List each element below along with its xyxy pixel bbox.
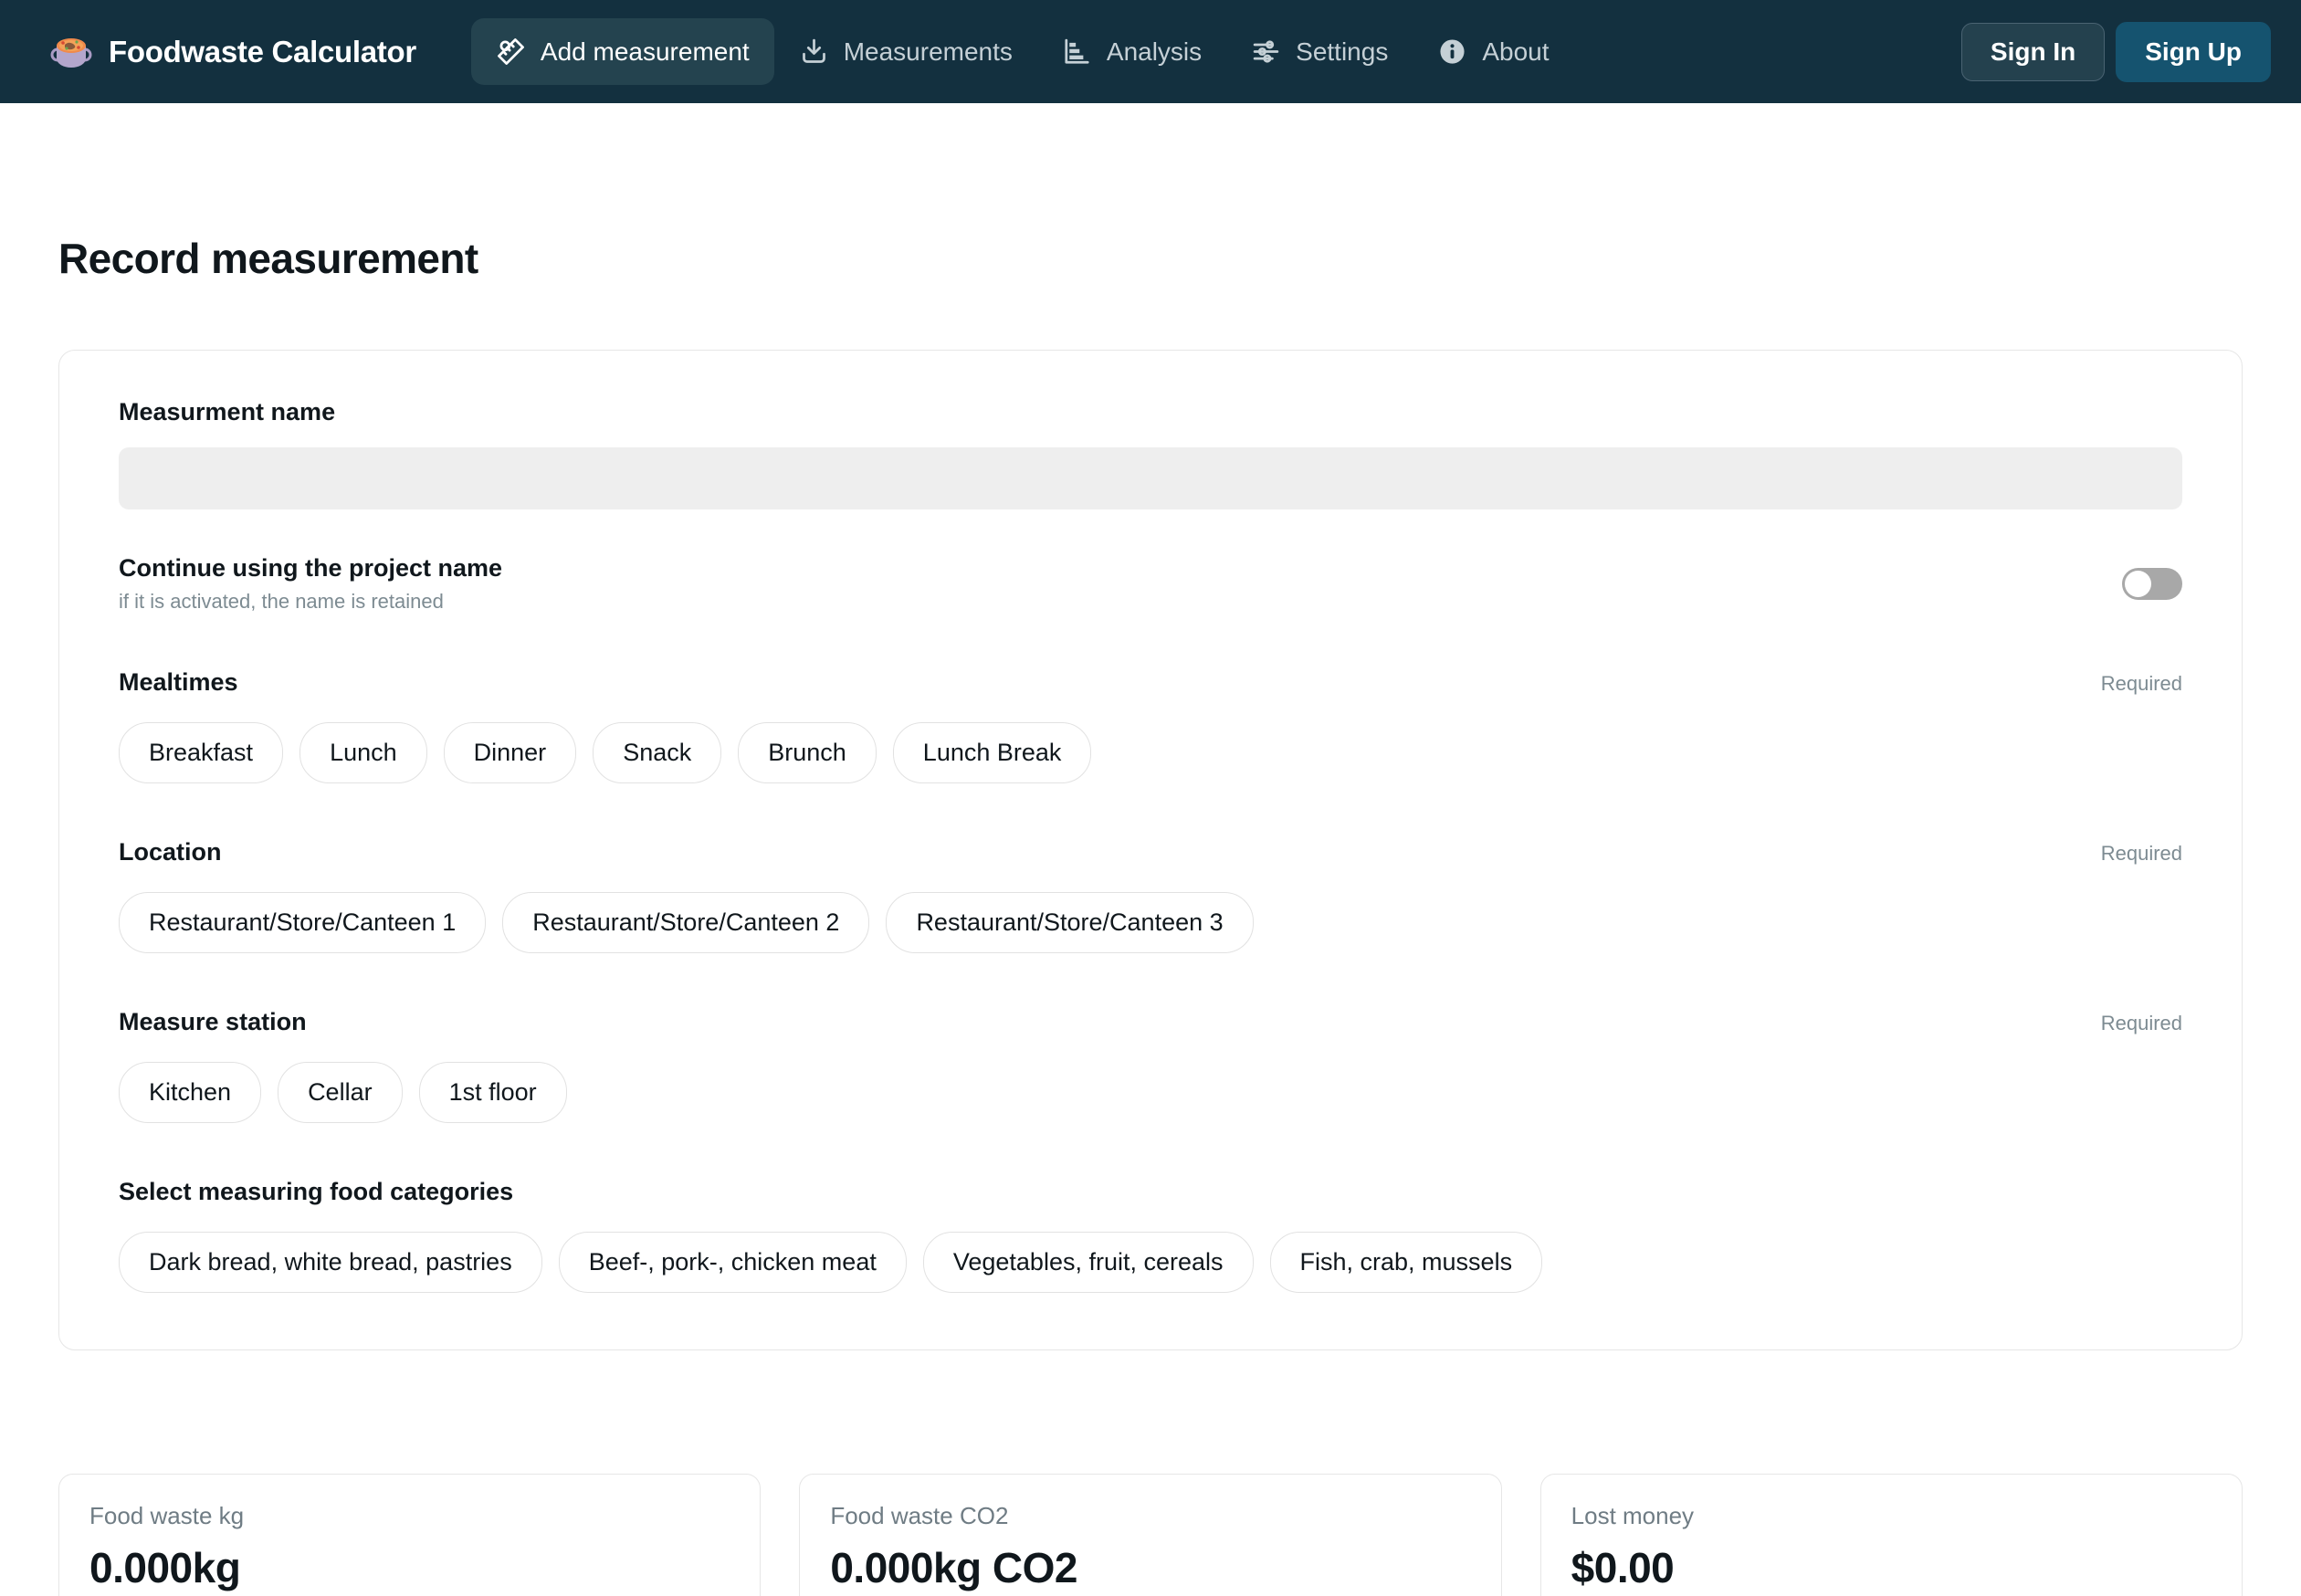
stat-value-food-waste-co2: 0.000kg CO2 [830, 1544, 1077, 1591]
continue-project-name-subtitle: if it is activated, the name is retained [119, 590, 444, 613]
nav-item-about[interactable]: About [1413, 18, 1573, 85]
sign-in-button[interactable]: Sign In [1960, 22, 2106, 81]
chip-category-bread[interactable]: Dark bread, white bread, pastries [119, 1232, 542, 1293]
nav-item-analysis[interactable]: Analysis [1037, 18, 1226, 85]
auth-buttons: Sign In Sign Up [1960, 21, 2271, 82]
brand[interactable]: Foodwaste Calculator [50, 31, 416, 73]
continue-project-name-text: Continue using the project name if it is… [119, 554, 502, 614]
section-food-categories: Select measuring food categories Dark br… [119, 1178, 2182, 1293]
section-location: Location Required Restaurant/Store/Cante… [119, 838, 2182, 953]
nav-item-settings[interactable]: Settings [1226, 18, 1413, 85]
ruler-icon [497, 38, 524, 65]
chip-location-2[interactable]: Restaurant/Store/Canteen 2 [502, 892, 870, 953]
toggle-knob [2125, 571, 2151, 597]
stat-card-food-waste-co2: Food waste CO2 0.000kg CO2 [799, 1474, 1502, 1596]
section-head-mealtimes: Mealtimes Required [119, 668, 2182, 697]
sign-up-button[interactable]: Sign Up [2116, 21, 2271, 82]
sliders-icon [1253, 40, 1279, 63]
section-title-mealtimes: Mealtimes [119, 668, 238, 696]
section-mealtimes: Mealtimes Required Breakfast Lunch Dinne… [119, 668, 2182, 783]
nav-links: Add measurement Measurements Analysis Se… [470, 18, 1574, 85]
stat-card-food-waste-kg: Food waste kg 0.000kg [58, 1474, 762, 1596]
nav-label-analysis: Analysis [1106, 37, 1203, 66]
chip-mealtime-lunch[interactable]: Lunch [299, 722, 427, 783]
chip-location-3[interactable]: Restaurant/Store/Canteen 3 [886, 892, 1254, 953]
info-circle-icon [1440, 39, 1465, 64]
measurement-name-label: Measurment name [119, 398, 336, 425]
stat-value-lost-money: $0.00 [1571, 1544, 1675, 1591]
nav-item-measurements[interactable]: Measurements [774, 18, 1037, 85]
stat-label-lost-money: Lost money [1571, 1502, 1695, 1529]
chip-category-fish[interactable]: Fish, crab, mussels [1269, 1232, 1543, 1293]
required-badge-mealtimes: Required [2100, 672, 2182, 695]
required-badge-measure-station: Required [2100, 1012, 2182, 1034]
continue-project-name-toggle[interactable] [2122, 568, 2182, 600]
nav-label-measurements: Measurements [843, 37, 1013, 66]
chip-row-mealtimes: Breakfast Lunch Dinner Snack Brunch Lunc… [119, 722, 2182, 783]
stat-label-food-waste-co2: Food waste CO2 [830, 1502, 1009, 1529]
measurement-name-field: Measurment name [119, 398, 2182, 509]
chip-row-food-categories: Dark bread, white bread, pastries Beef-,… [119, 1232, 2182, 1293]
chip-mealtime-breakfast[interactable]: Breakfast [119, 722, 284, 783]
top-navbar: Foodwaste Calculator Add measurement Mea… [0, 0, 2301, 103]
section-head-measure-station: Measure station Required [119, 1008, 2182, 1036]
section-measure-station: Measure station Required Kitchen Cellar … [119, 1008, 2182, 1123]
measurement-form-card: Measurment name Continue using the proje… [58, 350, 2243, 1350]
bar-chart-icon [1065, 38, 1089, 64]
chip-mealtime-snack[interactable]: Snack [593, 722, 722, 783]
chip-station-cellar[interactable]: Cellar [278, 1062, 403, 1123]
chip-mealtime-brunch[interactable]: Brunch [738, 722, 877, 783]
chip-location-1[interactable]: Restaurant/Store/Canteen 1 [119, 892, 487, 953]
nav-label-add-measurement: Add measurement [540, 37, 750, 66]
nav-label-about: About [1482, 37, 1550, 66]
chip-station-kitchen[interactable]: Kitchen [119, 1062, 262, 1123]
chip-mealtime-dinner[interactable]: Dinner [443, 722, 577, 783]
page-title: Record measurement [58, 235, 478, 282]
stat-card-lost-money: Lost money $0.00 [1539, 1474, 2243, 1596]
brand-title: Foodwaste Calculator [109, 34, 416, 68]
section-head-location: Location Required [119, 838, 2182, 866]
chip-row-measure-station: Kitchen Cellar 1st floor [119, 1062, 2182, 1123]
required-badge-location: Required [2100, 842, 2182, 865]
chip-category-meat[interactable]: Beef-, pork-, chicken meat [558, 1232, 907, 1293]
pot-of-food-icon [50, 37, 92, 68]
summary-stats-row: Food waste kg 0.000kg Food waste CO2 0.0… [58, 1474, 2243, 1596]
stat-value-food-waste-kg: 0.000kg [89, 1544, 241, 1591]
section-title-food-categories: Select measuring food categories [119, 1178, 514, 1205]
nav-label-settings: Settings [1296, 37, 1389, 66]
section-title-measure-station: Measure station [119, 1008, 307, 1035]
continue-project-name-row: Continue using the project name if it is… [119, 554, 2182, 614]
stat-label-food-waste-kg: Food waste kg [89, 1502, 245, 1529]
chip-row-location: Restaurant/Store/Canteen 1 Restaurant/St… [119, 892, 2182, 953]
section-title-location: Location [119, 838, 222, 866]
page-body: Record measurement Measurment name Conti… [0, 234, 2301, 1596]
section-head-food-categories: Select measuring food categories [119, 1178, 2182, 1206]
nav-item-add-measurement[interactable]: Add measurement [470, 18, 774, 85]
chip-mealtime-lunch-break[interactable]: Lunch Break [892, 722, 1092, 783]
chip-category-vegetables[interactable]: Vegetables, fruit, cereals [922, 1232, 1254, 1293]
measurement-name-input[interactable] [119, 447, 2182, 509]
download-inbox-icon [802, 38, 825, 63]
chip-station-1st-floor[interactable]: 1st floor [418, 1062, 567, 1123]
continue-project-name-title: Continue using the project name [119, 554, 503, 582]
